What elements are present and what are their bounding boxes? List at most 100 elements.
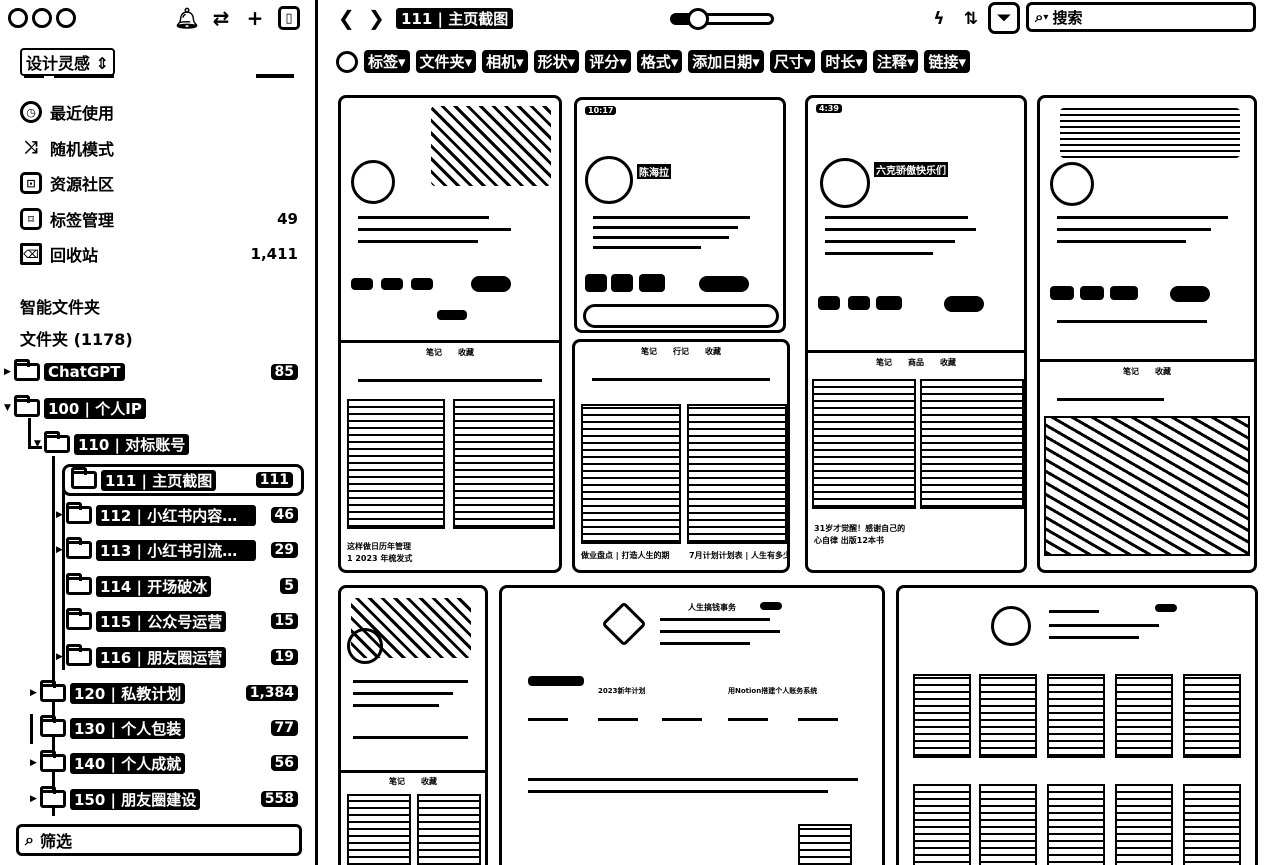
nav-tags[interactable]: ⌑ 标签管理 49 xyxy=(20,206,298,232)
chevron-down-icon[interactable]: ▼ xyxy=(4,403,14,413)
forward-arrow-icon[interactable]: ❯ xyxy=(368,6,385,30)
folder-label: 114 | 开场破冰 xyxy=(96,575,212,597)
close-window-icon[interactable] xyxy=(8,8,28,28)
minimize-window-icon[interactable] xyxy=(32,8,52,28)
zoom-slider-handle[interactable] xyxy=(686,8,709,30)
folder-100[interactable]: ▼ 100 | 个人IP xyxy=(4,394,298,422)
folder-113[interactable]: ▶ 113 | 小红书引流路... 29 xyxy=(56,536,298,564)
chevron-down-icon[interactable]: ▼ xyxy=(34,439,44,449)
folder-label: 110 | 对标账号 xyxy=(74,433,190,455)
card-tab: 笔记 xyxy=(876,357,892,367)
chevron-right-icon[interactable]: ▶ xyxy=(56,652,66,662)
folder-chatgpt[interactable]: ▶ ChatGPT 85 xyxy=(4,358,298,386)
card-caption: 7月计划计划表 | 人生有多少 xyxy=(689,551,790,560)
card-profile-name: 六克骄傲快乐们 xyxy=(874,162,948,177)
image-card[interactable]: 笔记 收藏 xyxy=(338,585,488,865)
image-card[interactable]: 笔记 收藏 这样做日历年管理 1 2023 年梳发式 xyxy=(338,95,562,573)
sidebar-toggle-icon[interactable]: ▯ xyxy=(278,6,300,30)
folder-120[interactable]: ▶ 120 | 私教计划 1,384 xyxy=(30,679,298,707)
chip-duration[interactable]: 时长▾ xyxy=(821,50,867,73)
bell-icon[interactable]: 🔔︎ xyxy=(174,6,199,30)
folder-count: 29 xyxy=(270,542,298,558)
nav-random[interactable]: ⤨ 随机模式 xyxy=(20,135,298,161)
folder-140[interactable]: ▶ 140 | 个人成就 56 xyxy=(30,749,298,777)
library-name: 设计灵感 xyxy=(26,54,91,73)
chip-tags[interactable]: 标签▾ xyxy=(364,50,410,73)
image-card[interactable]: 10:17 陈海拉 xyxy=(574,97,786,333)
chevron-right-icon[interactable]: ▶ xyxy=(30,758,40,768)
smart-folders-header[interactable]: 智能文件夹 xyxy=(20,294,100,318)
color-filter-icon[interactable] xyxy=(336,50,358,73)
chip-label: 时长 xyxy=(825,53,856,71)
chevron-down-icon: ▾ xyxy=(1043,11,1049,23)
image-card[interactable]: 笔记 行记 收藏 做业盘点 | 打造人生的期 7月计划计划表 | 人生有多少 xyxy=(572,339,790,573)
chip-size[interactable]: 尺寸▾ xyxy=(769,50,816,73)
folder-130[interactable]: 130 | 个人包装 77 xyxy=(40,714,298,742)
folder-count: 1,384 xyxy=(245,685,298,701)
sidebar-filter-input[interactable]: ⌕ 筛选 xyxy=(16,824,302,856)
folder-111[interactable]: 111 | 主页截图 111 xyxy=(62,464,304,496)
folder-label: 116 | 朋友圈运营 xyxy=(96,646,227,668)
nav-trash[interactable]: ⌫ 回收站 1,411 xyxy=(20,241,298,267)
chevron-right-icon[interactable]: ▶ xyxy=(4,367,14,377)
search-icon: ⌕ xyxy=(1035,8,1044,26)
image-card[interactable]: 4:39 六克骄傲快乐们 笔记 商品 收藏 31岁才觉醒！感谢自己的 心自律 出版1… xyxy=(805,95,1027,573)
window-controls xyxy=(8,8,76,28)
folder-116[interactable]: ▶ 116 | 朋友圈运营 19 xyxy=(56,643,298,671)
folder-150[interactable]: ▶ 150 | 朋友圈建设 558 xyxy=(30,785,298,813)
sync-icon[interactable]: ⇄ xyxy=(210,6,232,30)
chip-date-added[interactable]: 添加日期▾ xyxy=(688,50,764,73)
card-caption: 心自律 出版12本书 xyxy=(814,535,884,545)
back-arrow-icon[interactable]: ❮ xyxy=(338,6,355,30)
filter-icon[interactable]: ⏷ xyxy=(988,2,1020,34)
sort-icon[interactable]: ⇅ xyxy=(958,6,984,32)
chevron-right-icon[interactable]: ▶ xyxy=(56,510,66,520)
folders-header[interactable]: 文件夹 (1178) xyxy=(20,326,133,350)
chip-label: 添加日期 xyxy=(692,53,753,71)
chip-format[interactable]: 格式▾ xyxy=(636,50,683,73)
trash-icon: ⌫ xyxy=(20,243,42,265)
chevron-right-icon[interactable]: ▶ xyxy=(56,545,66,555)
chip-shape[interactable]: 形状▾ xyxy=(533,50,580,73)
search-input[interactable]: ⌕ ▾ 搜索 xyxy=(1026,2,1256,32)
zoom-window-icon[interactable] xyxy=(56,8,76,28)
card-top xyxy=(1040,98,1254,363)
nav-count: 1,411 xyxy=(250,245,298,263)
card-profile-name: 陈海拉 xyxy=(637,164,671,179)
card-tabs: 笔记 收藏 xyxy=(341,347,559,358)
updown-chevron-icon: ⇕ xyxy=(95,54,109,73)
chevron-right-icon[interactable]: ▶ xyxy=(30,688,40,698)
card-bottom: 笔记 收藏 这样做日历年管理 1 2023 年梳发式 xyxy=(341,343,559,570)
nav-community[interactable]: ⊡ 资源社区 xyxy=(20,170,298,196)
chip-camera[interactable]: 相机▾ xyxy=(482,50,528,73)
lightning-icon[interactable]: ϟ xyxy=(926,6,952,32)
nav-label: 标签管理 xyxy=(50,211,115,230)
folder-110[interactable]: ▼ 110 | 对标账号 xyxy=(34,430,298,458)
folder-icon xyxy=(14,395,40,417)
folder-label: 150 | 朋友圈建设 xyxy=(70,788,201,810)
folder-115[interactable]: 115 | 公众号运营 15 xyxy=(66,607,298,635)
zoom-slider[interactable] xyxy=(670,8,774,30)
image-card[interactable]: 笔记 收藏 xyxy=(1037,95,1257,573)
folder-114[interactable]: 114 | 开场破冰 5 xyxy=(66,572,298,600)
folder-count: 111 xyxy=(255,472,293,488)
folder-label: 120 | 私教计划 xyxy=(70,682,186,704)
chip-label: 相机 xyxy=(486,53,517,71)
chevron-right-icon[interactable]: ▶ xyxy=(30,794,40,804)
chip-annotation[interactable]: 注释▾ xyxy=(872,50,919,73)
folder-icon xyxy=(40,680,66,702)
folder-icon xyxy=(66,537,92,559)
image-card[interactable]: 人生搞钱事务 2023新年计划 用Notion搭建个人账务系统 xyxy=(499,585,885,865)
card-top xyxy=(341,98,559,344)
folder-112[interactable]: ▶ 112 | 小红书内容形... 46 xyxy=(56,501,298,529)
add-icon[interactable]: + xyxy=(244,6,266,30)
chip-rating[interactable]: 评分▾ xyxy=(585,50,631,73)
search-placeholder: 搜索 xyxy=(1052,8,1083,27)
filter-chips: 标签▾ 文件夹▾ 相机▾ 形状▾ 评分▾ 格式▾ 添加日期▾ 尺寸▾ 时长▾ 注… xyxy=(336,50,971,73)
folder-label: 112 | 小红书内容形... xyxy=(96,504,256,526)
image-card[interactable] xyxy=(896,585,1258,865)
chip-link[interactable]: 链接▾ xyxy=(924,50,971,73)
chip-folder[interactable]: 文件夹▾ xyxy=(415,50,477,73)
nav-recent[interactable]: ◷ 最近使用 xyxy=(20,99,298,125)
card-profile-name: 人生搞钱事务 xyxy=(688,603,736,612)
